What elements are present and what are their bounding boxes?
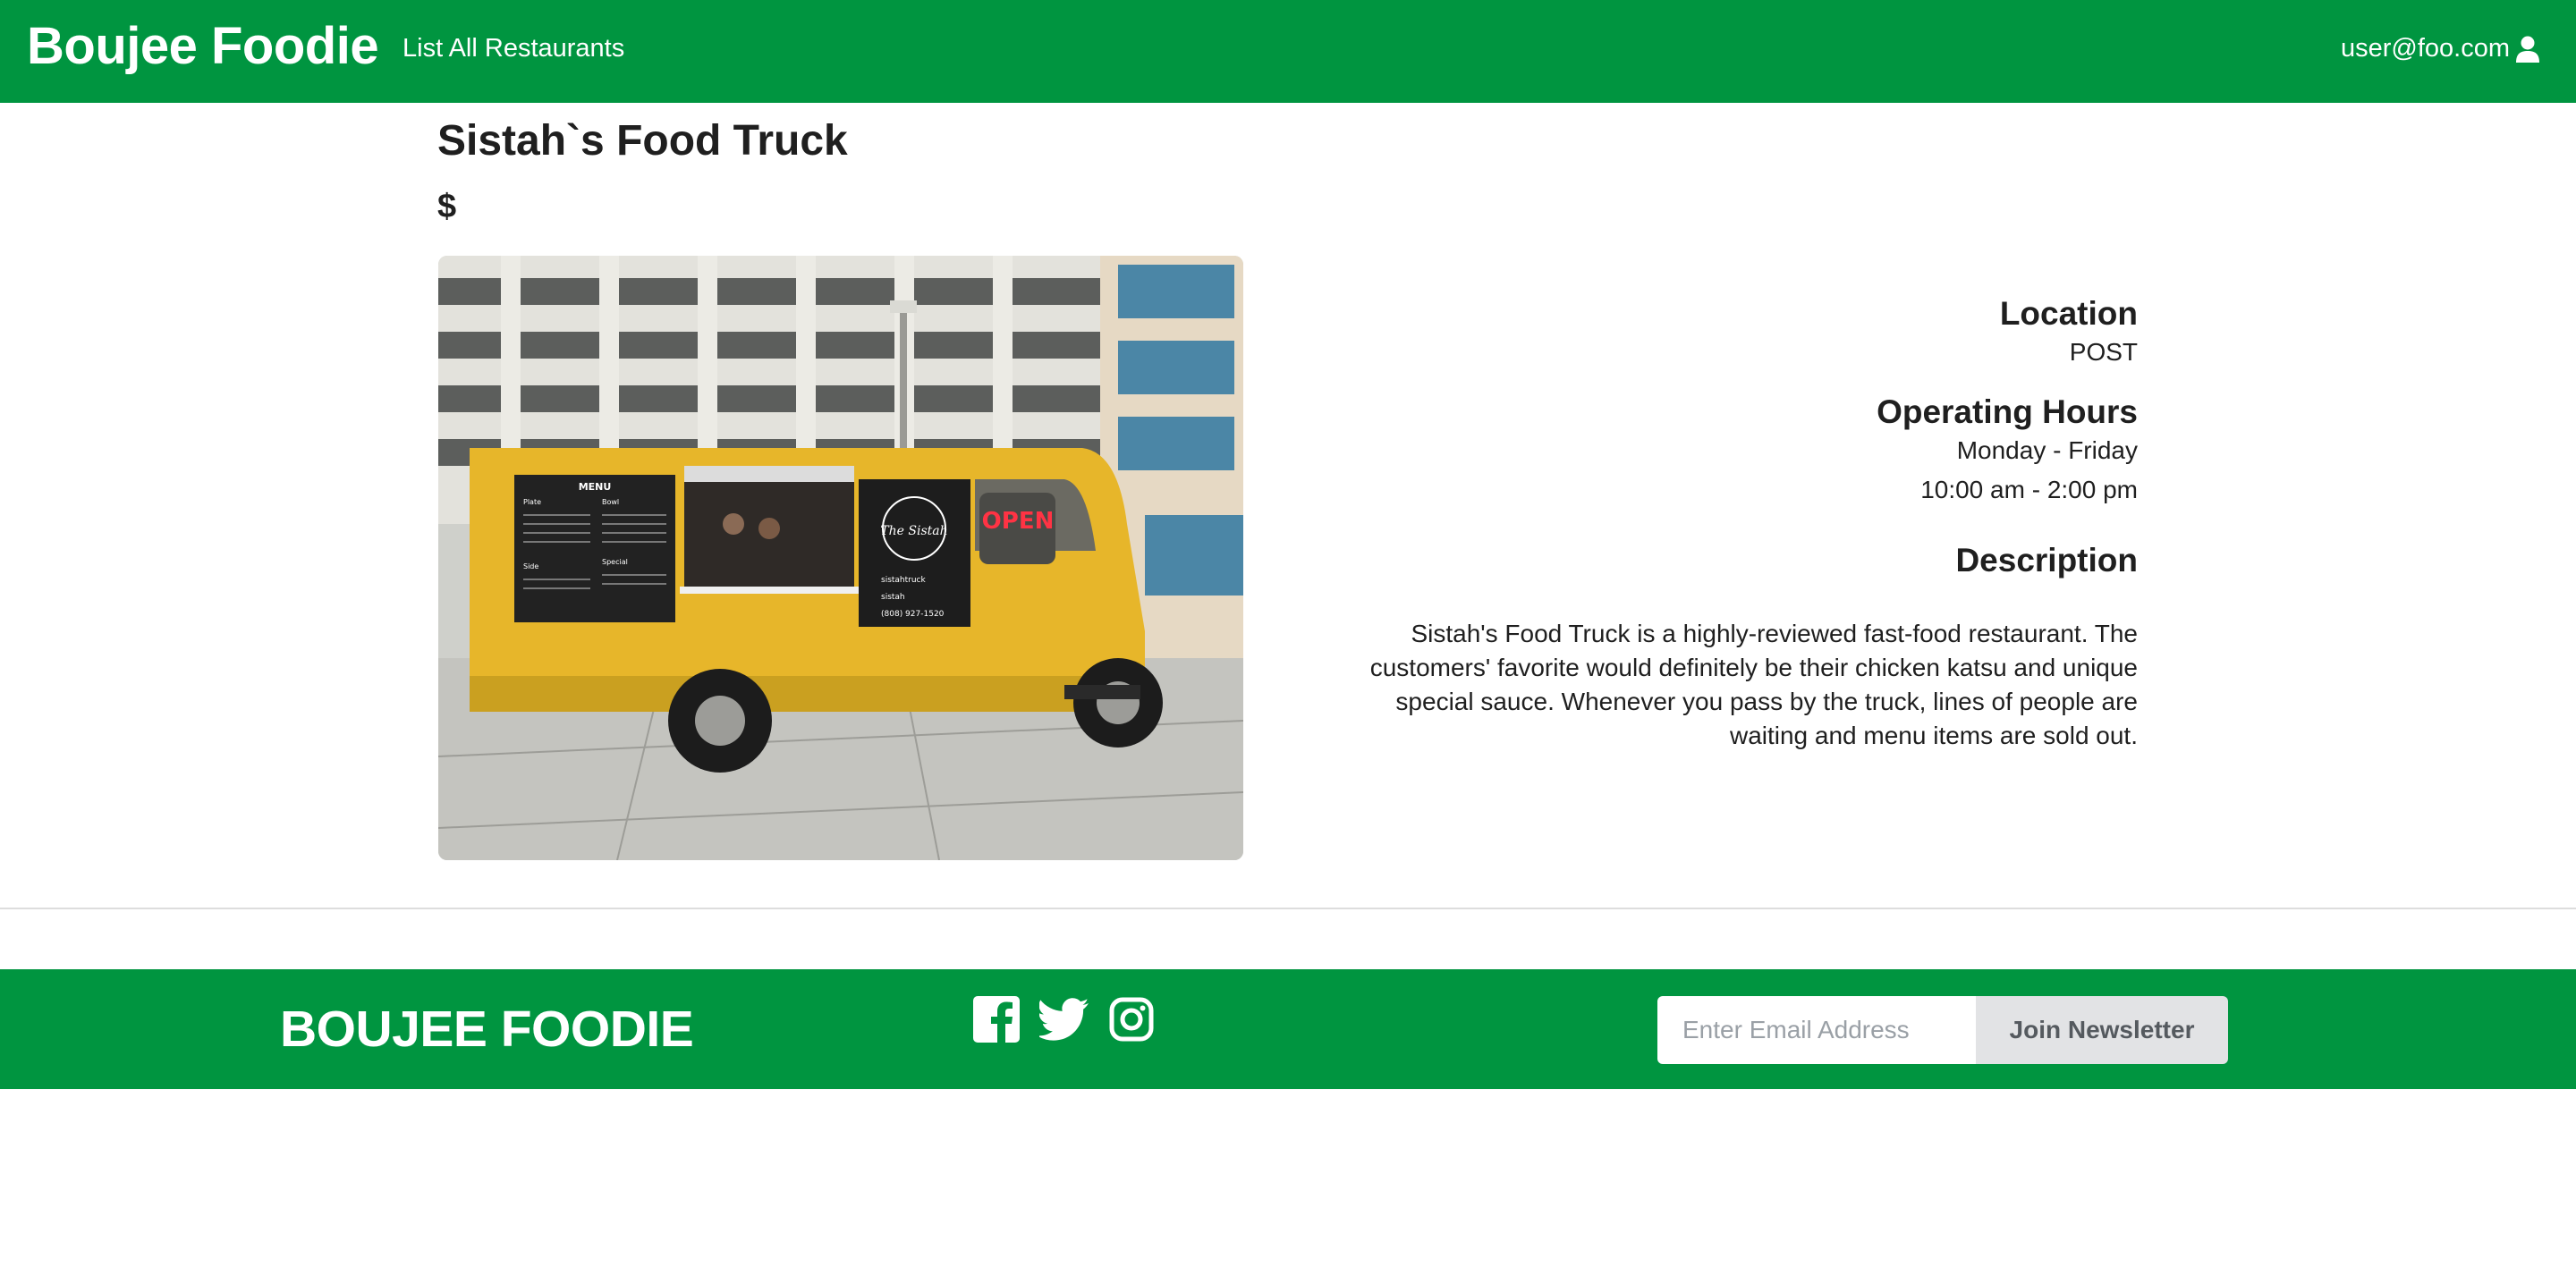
site-footer: BOUJEE FOODIE Join Newsletter bbox=[0, 969, 2576, 1089]
operating-days: Monday - Friday bbox=[1956, 436, 2138, 464]
description-heading: Description bbox=[1955, 542, 2138, 579]
instagram-icon[interactable] bbox=[1109, 997, 1154, 1046]
user-email: user@foo.com bbox=[2340, 34, 2510, 63]
price-level: $ bbox=[437, 188, 457, 225]
list-all-restaurants-link[interactable]: List All Restaurants bbox=[402, 34, 624, 63]
location-value: POST bbox=[2069, 338, 2138, 366]
social-links bbox=[973, 996, 1154, 1047]
user-menu[interactable]: user@foo.com bbox=[2341, 34, 2540, 63]
operating-hours-heading: Operating Hours bbox=[1877, 393, 2138, 430]
menu-section-plate: Plate bbox=[523, 498, 541, 506]
newsletter-email-input[interactable] bbox=[1657, 996, 1976, 1064]
menu-title: MENU bbox=[579, 481, 612, 493]
truck-yelp-handle: sistah bbox=[881, 593, 905, 602]
restaurant-name: Sistah`s Food Truck bbox=[437, 117, 848, 165]
brand-link[interactable]: Boujee Foodie bbox=[27, 16, 379, 76]
truck-logo-text: The Sistah bbox=[880, 524, 947, 538]
restaurant-detail: Sistah`s Food Truck $ MENU Plate Bowl Si… bbox=[0, 103, 2576, 908]
restaurant-info-panel: Location POST Operating Hours Monday - F… bbox=[1324, 295, 2138, 753]
description-text: Sistah's Food Truck is a highly-reviewed… bbox=[1369, 620, 2138, 749]
menu-section-bowl: Bowl bbox=[602, 498, 619, 506]
newsletter-form: Join Newsletter bbox=[1657, 996, 2228, 1064]
user-icon bbox=[2515, 36, 2540, 63]
truck-phone: (808) 927-1520 bbox=[881, 610, 945, 619]
menu-section-side: Side bbox=[523, 562, 538, 570]
location-heading: Location bbox=[1999, 295, 2138, 332]
join-newsletter-button[interactable]: Join Newsletter bbox=[1976, 996, 2228, 1064]
operating-time: 10:00 am - 2:00 pm bbox=[1920, 476, 2138, 503]
menu-section-special: Special bbox=[602, 558, 628, 566]
truck-instagram-handle: sistahtruck bbox=[881, 576, 927, 585]
twitter-icon[interactable] bbox=[1037, 998, 1089, 1045]
facebook-icon[interactable] bbox=[973, 996, 1020, 1047]
footer-brand: BOUJEE FOODIE bbox=[280, 1001, 694, 1058]
restaurant-photo: MENU Plate Bowl Side Special The Sistah bbox=[438, 256, 1243, 860]
section-divider bbox=[0, 908, 2576, 909]
top-navbar: Boujee Foodie List All Restaurants user@… bbox=[0, 0, 2576, 103]
open-sign: OPEN bbox=[982, 508, 1055, 535]
